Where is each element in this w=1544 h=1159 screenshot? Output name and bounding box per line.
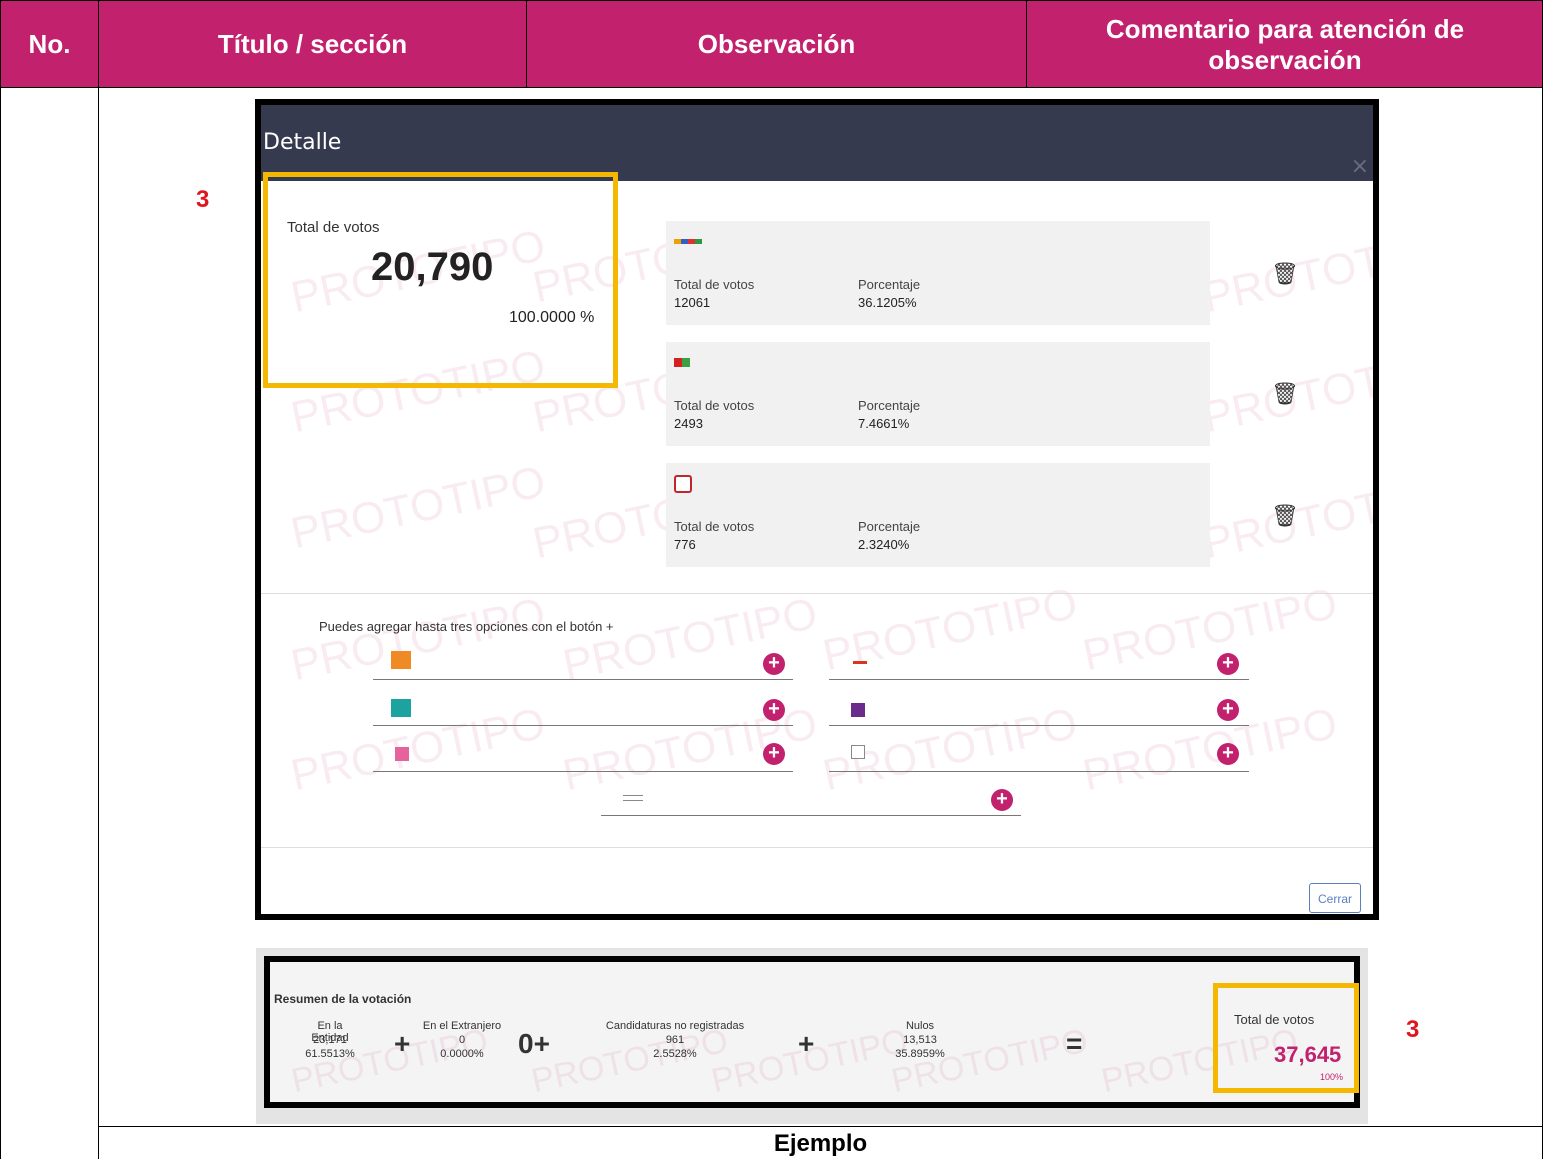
watermark: PROTOTIPO xyxy=(286,588,550,691)
percent-value: 36.1205% xyxy=(858,295,917,310)
option-underline xyxy=(829,771,1249,772)
add-option-button[interactable]: + xyxy=(1217,699,1239,721)
equals-operator: = xyxy=(1066,1028,1083,1059)
nulos-percent: 35.8959% xyxy=(895,1048,945,1060)
header-titulo: Título / sección xyxy=(99,1,527,88)
percent-value: 2.3240% xyxy=(858,537,910,552)
watermark: PROTOTIPO xyxy=(558,588,822,691)
header-comentario: Comentario para atención de observación xyxy=(1105,13,1465,75)
plus-operator: + xyxy=(798,1028,815,1059)
plus-operator: 0+ xyxy=(518,1028,550,1059)
option-underline xyxy=(829,679,1249,680)
party-logo-icon xyxy=(674,358,690,367)
section-divider xyxy=(261,593,1373,594)
party-card: Total de votos 776 Porcentaje 2.3240% xyxy=(666,463,1210,567)
extranjero-label: En el Extranjero xyxy=(422,1020,502,1032)
party-logo-icon xyxy=(391,651,411,669)
table-header: No. Título / sección Observación Comenta… xyxy=(0,0,1543,88)
party-logo-icon xyxy=(853,661,867,664)
nulos-label: Nulos xyxy=(905,1020,935,1032)
option-underline xyxy=(373,771,793,772)
percent-label: Porcentaje xyxy=(858,398,921,413)
watermark: PROTOTIPO xyxy=(1078,578,1342,681)
votes-label: Total de votos xyxy=(674,519,755,534)
add-option-button[interactable]: + xyxy=(763,653,785,675)
caption: Ejemplo xyxy=(773,1130,868,1157)
close-icon[interactable]: × xyxy=(1351,129,1369,205)
option-underline xyxy=(373,725,793,726)
table-border-left xyxy=(0,88,1,1159)
add-option-button[interactable]: + xyxy=(763,743,785,765)
watermark: PROTOTIPO xyxy=(818,578,1082,681)
caption-divider xyxy=(98,1126,1542,1127)
option-underline xyxy=(829,725,1249,726)
percent-label: Porcentaje xyxy=(858,519,921,534)
votes-value: 776 xyxy=(674,537,696,552)
entidad-percent: 61.5513% xyxy=(305,1048,355,1060)
option-underline xyxy=(601,815,1021,816)
annotation-marker: 3 xyxy=(1406,1016,1420,1043)
trash-icon[interactable]: 🗑 xyxy=(1271,381,1299,407)
party-logo-icon xyxy=(674,475,692,493)
add-option-button[interactable]: + xyxy=(1217,743,1239,765)
votes-value: 2493 xyxy=(674,416,703,431)
votes-label: Total de votos xyxy=(674,277,755,292)
party-logo-icon xyxy=(851,703,865,717)
modal-titlebar: Detalle × xyxy=(261,105,1373,181)
extranjero-value: 0 xyxy=(458,1034,466,1046)
party-card: Total de votos 2493 Porcentaje 7.4661% xyxy=(666,342,1210,446)
trash-icon[interactable]: 🗑 xyxy=(1271,503,1299,529)
watermark: PROTOTIPO xyxy=(286,698,550,801)
add-option-button[interactable]: + xyxy=(1217,653,1239,675)
watermark: PROTOTIPO xyxy=(1078,698,1342,801)
header-observacion: Observación xyxy=(527,1,1027,88)
resumen-votacion-screenshot: PROTOTIPO PROTOTIPO PROTOTIPO PROTOTIPO … xyxy=(264,956,1360,1108)
party-card: Total de votos 12061 Porcentaje 36.1205% xyxy=(666,221,1210,325)
cerrar-button[interactable]: Cerrar xyxy=(1309,883,1361,913)
party-logo-icon xyxy=(674,239,702,244)
no-registradas-value: 961 xyxy=(665,1034,685,1046)
add-options-hint: Puedes agregar hasta tres opciones con e… xyxy=(319,619,614,634)
add-option-button[interactable]: + xyxy=(763,699,785,721)
annotation-marker: 3 xyxy=(196,186,210,213)
no-registradas-label: Candidaturas no registradas xyxy=(605,1020,745,1032)
percent-value: 7.4661% xyxy=(858,416,910,431)
nulos-value: 13,513 xyxy=(903,1034,937,1046)
trash-icon[interactable]: 🗑 xyxy=(1271,261,1299,287)
extranjero-percent: 0.0000% xyxy=(440,1048,484,1060)
highlight-box xyxy=(1213,983,1359,1093)
party-logo-icon xyxy=(851,745,865,759)
votes-label: Total de votos xyxy=(674,398,755,413)
summary-title: Resumen de la votación xyxy=(274,992,412,1006)
no-registradas-percent: 2.5528% xyxy=(653,1048,697,1060)
party-logo-icon xyxy=(391,699,411,717)
add-option-button[interactable]: + xyxy=(991,789,1013,811)
entidad-value: 23,171 xyxy=(313,1034,347,1046)
table-border-col1 xyxy=(98,88,99,1159)
footer-divider xyxy=(261,847,1373,848)
plus-operator: + xyxy=(394,1028,411,1059)
option-underline xyxy=(373,679,793,680)
percent-label: Porcentaje xyxy=(858,277,921,292)
header-no: No. xyxy=(1,1,99,88)
watermark: PROTOTIPO xyxy=(286,456,550,559)
party-logo-icon xyxy=(395,747,409,761)
highlight-box xyxy=(263,172,618,388)
option-icon xyxy=(623,795,643,801)
votes-value: 12061 xyxy=(674,295,711,310)
table-border-right xyxy=(1542,88,1543,1159)
modal-title: Detalle xyxy=(263,130,342,155)
